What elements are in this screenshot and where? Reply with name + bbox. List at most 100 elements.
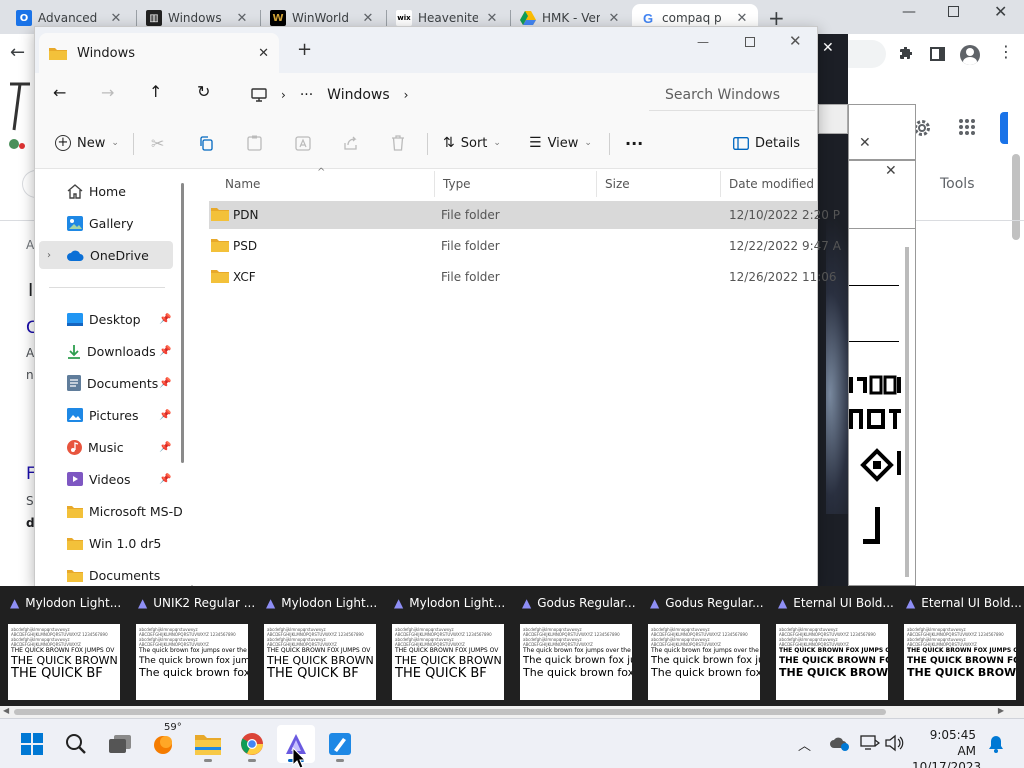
up-arrow-icon[interactable]: ↑ [149,82,162,101]
breadcrumb-current[interactable]: Windows [327,87,390,103]
pin-icon[interactable]: 📌 [159,314,171,325]
sort-button[interactable]: ⇅ Sort ⌄ [443,129,501,157]
start-button[interactable] [13,725,51,763]
close-icon[interactable]: ✕ [859,135,871,151]
chrome-menu-icon[interactable]: ⋮ [998,42,1014,61]
scroll-left-icon[interactable]: ◀ [3,706,9,715]
details-button[interactable]: Details [733,129,800,157]
table-row[interactable]: PDN File folder 12/10/2022 2:20 P [209,201,840,229]
thumbnail-2[interactable]: ▲ Mylodon Light... abcdefghijklmnopqrstuv… [256,586,384,710]
explorer-tab[interactable]: Windows ✕ [39,33,279,73]
thumbnail-6[interactable]: ▲ Eternal UI Bold... abcdefghijklmnopqrst… [768,586,896,710]
back-arrow-icon[interactable]: ← [10,42,25,63]
minimize-icon[interactable]: — [902,4,916,20]
nav-item-home[interactable]: Home [35,177,175,205]
close-icon[interactable]: ✕ [234,11,250,26]
volume-icon[interactable] [884,734,904,752]
thumbnail-1[interactable]: ▲ UNIK2 Regular ... abcdefghijklmnopqrstu… [128,586,256,710]
table-row[interactable]: XCF File folder 12/26/2022 11:06 [209,263,837,291]
scroll-right-icon[interactable]: ▶ [998,706,1004,715]
nav-item-videos[interactable]: Videos 📌 [35,465,175,493]
profile-avatar-icon[interactable] [960,45,980,65]
side-panel-icon[interactable] [930,47,945,61]
column-header-name[interactable]: Name ^ [217,167,435,197]
nav-item-pictures[interactable]: Pictures 📌 [35,401,175,429]
thumbnail-4[interactable]: ▲ Godus Regular... abcdefghijklmnopqrstuv… [512,586,640,710]
copy-icon[interactable] [199,129,214,157]
thumbnail-3[interactable]: ▲ Mylodon Light... abcdefghijklmnopqrstuv… [384,586,512,710]
address-box[interactable]: › ··· Windows › [241,79,637,111]
page-scrollbar[interactable] [1012,154,1020,240]
new-tab-icon[interactable]: + [297,39,312,60]
pin-icon[interactable]: 📌 [159,346,171,357]
nav-scrollbar[interactable] [181,183,184,463]
taskbar-paint[interactable] [321,725,359,763]
chevron-right-icon[interactable]: › [404,88,409,102]
view-button[interactable]: ☰ View ⌄ [529,129,592,157]
back-arrow-icon[interactable]: ← [53,83,66,102]
chevron-right-icon[interactable]: › [47,250,51,261]
tools-button[interactable]: Tools [940,176,975,192]
breadcrumb-more[interactable]: ··· [300,87,313,103]
maximize-icon[interactable] [948,6,959,17]
nav-item-music[interactable]: Music 📌 [35,433,175,461]
system-clock[interactable]: 9:05:45 AM 10/17/2023 [912,727,981,768]
close-tab-icon[interactable]: ✕ [258,46,269,61]
onedrive-tray-icon[interactable] [830,735,850,751]
weather-widget[interactable]: 59° [145,722,183,763]
close-icon[interactable]: ✕ [360,11,376,26]
nav-item-desktop[interactable]: Desktop 📌 [35,305,175,333]
rename-icon[interactable] [295,129,311,157]
nav-item-folder[interactable]: Win 1.0 dr5 [35,529,175,557]
dialog-scrollbar[interactable] [905,247,909,577]
nav-item-folder[interactable]: Documents [35,561,175,587]
cut-icon[interactable]: ✂ [151,129,164,157]
close-icon[interactable]: ✕ [734,11,750,26]
nav-item-downloads[interactable]: Downloads 📌 [35,337,175,365]
scrollbar-thumb[interactable] [14,709,886,715]
column-header-type[interactable]: Type [435,171,597,197]
nav-item-documents[interactable]: Documents 📌 [35,369,175,397]
thumbnail-7[interactable]: ▲ Eternal UI Bold... abcdefghijklmnopqrst… [896,586,1024,710]
maximize-icon[interactable] [745,37,755,47]
nav-item-folder[interactable]: Microsoft MS-D [35,497,183,525]
taskbar-file-explorer[interactable] [189,725,227,763]
nav-item-gallery[interactable]: Gallery [35,209,175,237]
apps-grid-icon[interactable] [958,118,976,136]
more-options-button[interactable]: ··· [625,129,643,157]
delete-icon[interactable] [391,129,405,157]
close-icon[interactable]: ✕ [484,11,500,26]
thumbnail-0[interactable]: ▲ Mylodon Light... abcdefghijklmnopqrstuv… [0,586,128,710]
pin-icon[interactable]: 📌 [159,474,171,485]
minimize-icon[interactable]: — [697,35,709,49]
column-header-size[interactable]: Size [597,171,721,197]
forward-arrow-icon[interactable]: → [101,83,114,102]
thumbnail-5[interactable]: ▲ Godus Regular... abcdefghijklmnopqrstuv… [640,586,768,710]
network-icon[interactable] [860,735,880,751]
close-window-icon[interactable]: ✕ [789,32,802,50]
close-icon[interactable]: ✕ [108,11,124,26]
paste-icon[interactable] [247,129,262,157]
extensions-icon[interactable] [898,46,914,62]
share-icon[interactable] [343,129,359,157]
chevron-up-icon[interactable]: ︿ [798,735,811,754]
pin-icon[interactable]: 📌 [159,378,171,389]
chevron-right-icon[interactable]: › [281,88,286,102]
notification-bell-icon[interactable] [988,735,1004,753]
close-icon[interactable]: ✕ [822,40,834,56]
close-icon[interactable]: ✕ [885,163,897,179]
refresh-icon[interactable]: ↻ [197,82,210,101]
task-view-button[interactable] [101,725,139,763]
search-input[interactable]: Search Windows [649,79,815,111]
search-button[interactable] [57,725,95,763]
pin-icon[interactable]: 📌 [159,410,171,421]
new-button[interactable]: + New ⌄ [55,129,119,157]
taskbar-chrome[interactable] [233,725,271,763]
pin-icon[interactable]: 📌 [159,442,171,453]
sign-in-button-edge[interactable] [1000,112,1008,144]
table-row[interactable]: PSD File folder 12/22/2022 9:47 A [209,232,841,260]
nav-item-onedrive[interactable]: › OneDrive [39,241,173,269]
close-window-icon[interactable]: ✕ [994,2,1007,21]
column-header-date[interactable]: Date modified [721,171,817,197]
close-icon[interactable]: ✕ [606,11,622,26]
